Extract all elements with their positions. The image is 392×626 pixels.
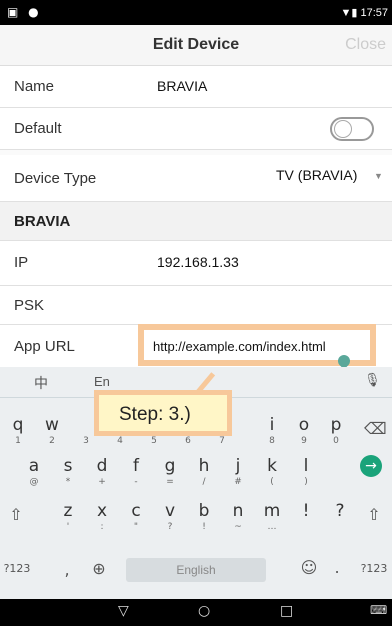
section-title: BRAVIA <box>14 213 71 230</box>
close-button[interactable]: Close <box>345 36 386 54</box>
key[interactable]: o9 <box>290 414 318 450</box>
keyboard-switch-icon[interactable]: ⌨ <box>370 603 387 617</box>
backspace-icon[interactable]: ⌫ <box>364 419 387 438</box>
key[interactable]: k( <box>258 455 286 491</box>
name-label: Name <box>14 78 55 95</box>
toggle-knob <box>334 120 352 138</box>
system-nav-bar: ▽ ○ □ ⌨ <box>0 599 392 626</box>
symbols-key[interactable]: ?123 <box>2 562 32 575</box>
key[interactable]: q1 <box>4 414 32 450</box>
step-tooltip-text: Step: 3.) <box>119 404 191 425</box>
notification-icons: ▣ ● <box>7 5 42 19</box>
key[interactable]: g = <box>156 455 184 491</box>
key[interactable]: j # <box>224 455 252 491</box>
back-icon[interactable]: ▽ <box>118 603 129 619</box>
app-bar: Edit Device Close <box>0 25 392 66</box>
key[interactable]: z ' <box>54 500 82 536</box>
english-input-button[interactable]: En <box>94 374 110 389</box>
microphone-icon[interactable]: 🎙 <box>364 372 381 388</box>
globe-icon[interactable]: ⊕ <box>90 559 108 578</box>
ip-field[interactable]: 192.168.1.33 <box>157 254 239 270</box>
shift-right-icon[interactable]: ⇧ <box>364 505 384 524</box>
status-bar: ▣ ● ▼▮ 17:57 <box>0 0 392 25</box>
chinese-input-button[interactable]: 中 <box>34 373 48 393</box>
key[interactable]: ! <box>292 500 320 536</box>
shift-icon[interactable]: ⇧ <box>6 505 26 524</box>
key[interactable]: p0 <box>322 414 350 450</box>
psk-label: PSK <box>14 297 45 314</box>
key[interactable]: i8 <box>258 414 286 450</box>
key[interactable]: n ~ <box>224 500 252 536</box>
recents-icon[interactable]: □ <box>280 603 293 619</box>
key[interactable]: m… <box>258 500 286 536</box>
space-key[interactable]: English <box>126 558 266 582</box>
emoji-icon[interactable]: ☺ <box>300 558 318 577</box>
app-url-label: App URL <box>14 338 75 355</box>
key[interactable]: x: <box>88 500 116 536</box>
dropdown-arrow-icon[interactable]: ▼ <box>374 171 383 181</box>
key[interactable]: f- <box>122 455 150 491</box>
device-type-label: Device Type <box>14 170 97 187</box>
status-right: ▼▮ 17:57 <box>340 7 388 19</box>
device-type-row[interactable]: Device Type TV (BRAVIA) ▼ <box>0 155 392 202</box>
page-title: Edit Device <box>152 36 240 53</box>
ip-row[interactable]: IP 192.168.1.33 <box>0 241 392 286</box>
comma-key[interactable]: , <box>60 560 74 579</box>
name-row[interactable]: Name BRAVIA <box>0 66 392 108</box>
name-field[interactable]: BRAVIA <box>157 78 207 94</box>
period-key[interactable]: . <box>330 558 344 577</box>
key[interactable]: w2 <box>38 414 66 450</box>
default-row: Default <box>0 108 392 150</box>
key[interactable]: ? <box>326 500 354 536</box>
key[interactable]: c " <box>122 500 150 536</box>
key[interactable]: v? <box>156 500 184 536</box>
step-tooltip: Step: 3.) <box>94 390 232 436</box>
default-toggle[interactable] <box>330 117 374 141</box>
ip-label: IP <box>14 254 29 271</box>
key[interactable]: d + <box>88 455 116 491</box>
home-icon[interactable]: ○ <box>198 603 210 619</box>
psk-row[interactable]: PSK <box>0 286 392 325</box>
key[interactable]: s * <box>54 455 82 491</box>
key[interactable]: a @ <box>20 455 48 491</box>
symbols-right-key[interactable]: ?123 <box>358 562 390 575</box>
section-header: BRAVIA <box>0 202 392 241</box>
enter-key[interactable]: → <box>360 455 382 477</box>
device-type-select[interactable]: TV (BRAVIA) <box>276 167 357 183</box>
key[interactable]: l) <box>292 455 320 491</box>
key[interactable]: h / <box>190 455 218 491</box>
default-label: Default <box>14 120 62 137</box>
app-url-value: http://example.com/index.html <box>153 339 326 354</box>
key[interactable]: b! <box>190 500 218 536</box>
